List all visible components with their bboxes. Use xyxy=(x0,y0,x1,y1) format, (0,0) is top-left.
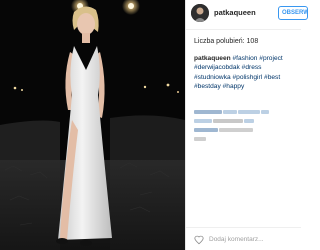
hashtag-link[interactable]: #bestday xyxy=(194,83,221,90)
hashtag-link[interactable]: #fashion xyxy=(233,55,258,62)
post-photo[interactable] xyxy=(0,0,185,250)
username-link[interactable]: patkaqueen xyxy=(214,8,256,17)
post-caption: patkaqueen #fashion #project #derwijacob… xyxy=(194,54,298,92)
post-side-panel: patkaqueen OBSERWUJ Liczba polubień: 108… xyxy=(185,0,308,250)
hashtag-link[interactable]: #happy xyxy=(223,83,245,90)
avatar-icon xyxy=(191,4,209,22)
hashtag-link[interactable]: #polishgirl xyxy=(233,74,263,81)
blurred-comment xyxy=(194,112,274,123)
blurred-comment xyxy=(194,121,274,132)
photo-image xyxy=(0,0,185,250)
comment-bar xyxy=(186,227,301,250)
hashtag-link[interactable]: #dress xyxy=(242,64,262,71)
heart-outline-icon[interactable] xyxy=(194,235,204,245)
hashtag-link[interactable]: #best xyxy=(264,74,280,81)
likes-count[interactable]: Liczba polubień: 108 xyxy=(194,38,258,45)
hashtag-link[interactable]: #studniowka xyxy=(194,74,231,81)
caption-username[interactable]: patkaqueen xyxy=(194,55,231,62)
follow-button[interactable]: OBSERWUJ xyxy=(278,6,308,20)
post-header: patkaqueen OBSERWUJ xyxy=(186,0,308,30)
hashtag-link[interactable]: #derwijacobdak xyxy=(194,64,240,71)
comment-input[interactable] xyxy=(209,233,297,246)
blurred-comment xyxy=(194,130,274,141)
avatar[interactable] xyxy=(191,4,209,22)
blurred-comment xyxy=(194,103,274,114)
hashtag-link[interactable]: #project xyxy=(259,55,282,62)
